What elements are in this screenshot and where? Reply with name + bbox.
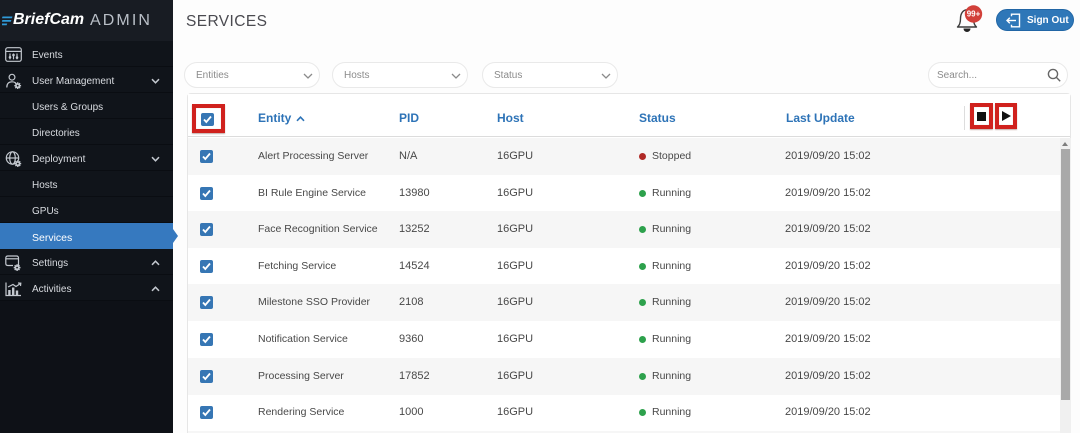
svg-text:99+: 99+ <box>967 10 981 19</box>
